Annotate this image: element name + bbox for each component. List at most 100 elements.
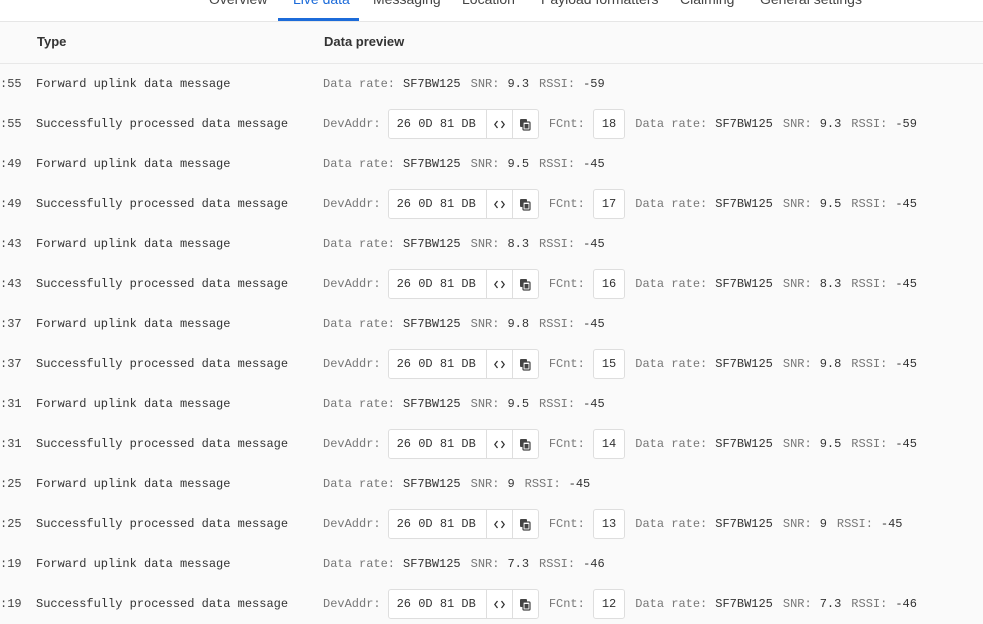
devaddr-field: 26 0D 81 DB: [387, 589, 539, 619]
event-type: Successfully processed data message: [36, 197, 289, 211]
event-row-forward-uplink[interactable]: :55 Forward uplink data message Data rat…: [0, 64, 983, 104]
tab-messaging[interactable]: Messaging: [373, 0, 441, 19]
copy-icon[interactable]: [511, 270, 538, 298]
data-preview: DevAddr: 26 0D 81 DB FCnt: 14 Data rate:…: [323, 424, 917, 464]
devaddr-field: 26 0D 81 DB: [387, 269, 539, 299]
event-row-processed[interactable]: :55 Successfully processed data message …: [0, 104, 983, 144]
rssi-label: RSSI:: [539, 237, 576, 251]
fcnt-value: 13: [592, 509, 626, 539]
data-rate-label: Data rate:: [635, 117, 708, 131]
code-icon[interactable]: [485, 110, 512, 138]
event-row-forward-uplink[interactable]: :31 Forward uplink data message Data rat…: [0, 384, 983, 424]
snr-label: SNR:: [782, 437, 812, 451]
snr-label: SNR:: [782, 117, 812, 131]
event-type: Successfully processed data message: [36, 357, 289, 371]
snr-label: SNR:: [470, 237, 500, 251]
event-row-processed[interactable]: :19 Successfully processed data message …: [0, 584, 983, 624]
event-row-forward-uplink[interactable]: :37 Forward uplink data message Data rat…: [0, 304, 983, 344]
tab-location[interactable]: Location: [462, 0, 515, 19]
fcnt-label: FCnt:: [548, 437, 585, 451]
code-icon[interactable]: [485, 430, 512, 458]
fcnt-value: 18: [592, 109, 626, 139]
tab-bar: Overview Live data Messaging Location Pa…: [0, 0, 983, 22]
data-rate-value: SF7BW125: [715, 117, 773, 131]
event-row-processed[interactable]: :25 Successfully processed data message …: [0, 504, 983, 544]
data-rate-value: SF7BW125: [403, 77, 461, 91]
event-row-forward-uplink[interactable]: :49 Forward uplink data message Data rat…: [0, 144, 983, 184]
snr-label: SNR:: [470, 157, 500, 171]
event-type: Forward uplink data message: [36, 237, 231, 251]
copy-icon[interactable]: [511, 430, 538, 458]
snr-label: SNR:: [470, 477, 500, 491]
devaddr-label: DevAddr:: [323, 517, 381, 531]
data-rate-value: SF7BW125: [715, 437, 773, 451]
devaddr-label: DevAddr:: [323, 597, 381, 611]
event-row-forward-uplink[interactable]: :19 Forward uplink data message Data rat…: [0, 544, 983, 584]
tab-claiming[interactable]: Claiming: [680, 0, 734, 19]
code-icon[interactable]: [485, 510, 512, 538]
tab-live-data[interactable]: Live data: [293, 0, 350, 19]
copy-icon[interactable]: [511, 350, 538, 378]
rssi-value: -45: [583, 397, 605, 411]
data-rate-value: SF7BW125: [403, 317, 461, 331]
event-type: Forward uplink data message: [36, 317, 231, 331]
event-row-processed[interactable]: :43 Successfully processed data message …: [0, 264, 983, 304]
copy-icon[interactable]: [511, 510, 538, 538]
code-icon[interactable]: [485, 270, 512, 298]
copy-icon[interactable]: [511, 190, 538, 218]
event-row-processed[interactable]: :31 Successfully processed data message …: [0, 424, 983, 464]
data-rate-value: SF7BW125: [715, 517, 773, 531]
event-type: Successfully processed data message: [36, 437, 289, 451]
tab-general-settings[interactable]: General settings: [760, 0, 862, 19]
rssi-value: -59: [895, 117, 917, 131]
data-rate-value: SF7BW125: [715, 357, 773, 371]
snr-value: 7.3: [507, 557, 530, 571]
data-preview: DevAddr: 26 0D 81 DB FCnt: 18 Data rate:…: [323, 104, 917, 144]
rssi-value: -45: [583, 317, 605, 331]
code-icon[interactable]: [485, 190, 512, 218]
event-type: Successfully processed data message: [36, 517, 289, 531]
copy-icon[interactable]: [511, 590, 538, 618]
rssi-value: -46: [895, 597, 917, 611]
rssi-value: -45: [583, 237, 605, 251]
code-icon[interactable]: [485, 350, 512, 378]
event-row-forward-uplink[interactable]: :25 Forward uplink data message Data rat…: [0, 464, 983, 504]
data-preview: Data rate: SF7BW125 SNR: 9.5 RSSI: -45: [323, 144, 605, 184]
data-rate-label: Data rate:: [323, 237, 396, 251]
snr-label: SNR:: [782, 197, 812, 211]
rssi-label: RSSI:: [851, 357, 888, 371]
snr-value: 9.8: [507, 317, 530, 331]
devaddr-value: 26 0D 81 DB: [396, 197, 476, 211]
event-time: :49: [0, 197, 22, 211]
devaddr-field: 26 0D 81 DB: [387, 189, 539, 219]
snr-value: 8.3: [819, 277, 842, 291]
data-preview: Data rate: SF7BW125 SNR: 9.3 RSSI: -59: [323, 64, 605, 104]
tab-payload-formatters[interactable]: Payload formatters: [541, 0, 659, 19]
snr-label: SNR:: [470, 557, 500, 571]
rssi-value: -45: [895, 277, 917, 291]
rssi-label: RSSI:: [851, 117, 888, 131]
rssi-label: RSSI:: [539, 77, 576, 91]
snr-label: SNR:: [782, 277, 812, 291]
data-rate-value: SF7BW125: [403, 157, 461, 171]
data-rate-value: SF7BW125: [403, 397, 461, 411]
data-preview: Data rate: SF7BW125 SNR: 9.5 RSSI: -45: [323, 384, 605, 424]
snr-value: 9.3: [507, 77, 530, 91]
event-row-processed[interactable]: :49 Successfully processed data message …: [0, 184, 983, 224]
copy-icon[interactable]: [511, 110, 538, 138]
rssi-value: -46: [583, 557, 605, 571]
event-time: :19: [0, 597, 22, 611]
data-rate-label: Data rate:: [323, 557, 396, 571]
rssi-label: RSSI:: [524, 477, 561, 491]
event-time: :55: [0, 117, 22, 131]
snr-value: 9.5: [819, 437, 842, 451]
event-row-forward-uplink[interactable]: :43 Forward uplink data message Data rat…: [0, 224, 983, 264]
code-icon[interactable]: [485, 590, 512, 618]
fcnt-value: 12: [592, 589, 626, 619]
data-rate-label: Data rate:: [635, 437, 708, 451]
event-row-processed[interactable]: :37 Successfully processed data message …: [0, 344, 983, 384]
fcnt-label: FCnt:: [548, 117, 585, 131]
data-preview: Data rate: SF7BW125 SNR: 7.3 RSSI: -46: [323, 544, 605, 584]
tab-overview[interactable]: Overview: [209, 0, 267, 19]
snr-label: SNR:: [470, 397, 500, 411]
